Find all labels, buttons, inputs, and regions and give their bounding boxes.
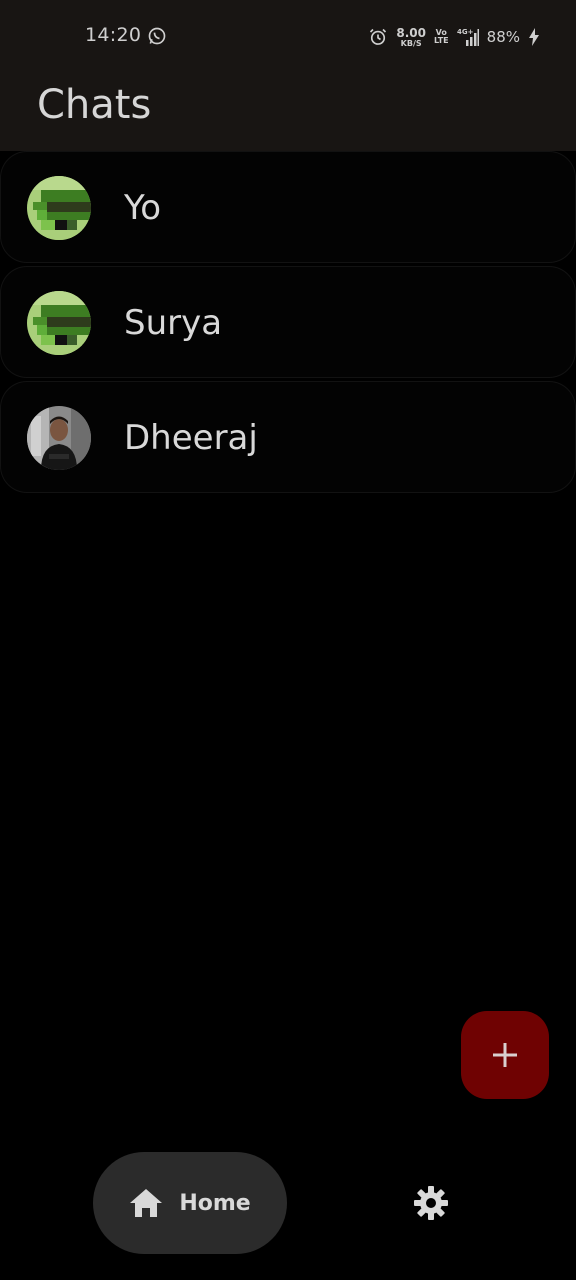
alarm-icon xyxy=(370,28,387,45)
chat-list: Yo Surya Dheeraj xyxy=(0,152,576,497)
home-icon xyxy=(130,1189,163,1217)
status-bar: 14:20 8.00 KB/S Vo LTE 4G+ 88% xyxy=(0,0,576,74)
chat-name: Yo xyxy=(124,188,162,228)
page-title: Chats xyxy=(37,82,152,128)
status-right-group: 8.00 KB/S Vo LTE 4G+ 88% xyxy=(368,24,540,50)
network-speed: 8.00 KB/S xyxy=(396,27,426,48)
bottom-navigation: Home xyxy=(0,1130,576,1280)
chat-item-surya[interactable]: Surya xyxy=(1,267,575,377)
volte-indicator: Vo LTE xyxy=(433,28,449,46)
signal-icon: 4G+ xyxy=(457,28,479,46)
chat-name: Dheeraj xyxy=(124,418,258,458)
battery-percent: 88% xyxy=(486,28,520,46)
plus-icon xyxy=(493,1043,517,1067)
volte-bottom: LTE xyxy=(433,36,449,45)
top-area: 14:20 8.00 KB/S Vo LTE 4G+ 88% Chats xyxy=(0,0,576,151)
nav-home-label: Home xyxy=(179,1190,251,1216)
chat-name: Surya xyxy=(124,303,223,343)
whatsapp-icon xyxy=(148,27,166,45)
gear-icon[interactable] xyxy=(413,1185,449,1221)
pixel-art-avatar xyxy=(27,291,91,355)
status-time: 14:20 xyxy=(85,24,142,46)
network-type-label: 4G+ xyxy=(457,28,474,36)
nav-home-tab[interactable]: Home xyxy=(93,1152,287,1254)
pixel-art-avatar xyxy=(27,176,91,240)
charging-bolt-icon xyxy=(529,28,539,46)
chat-item-dheeraj[interactable]: Dheeraj xyxy=(1,382,575,492)
network-speed-value: 8.00 xyxy=(396,25,426,40)
photo-avatar xyxy=(27,406,91,470)
chat-item-yo[interactable]: Yo xyxy=(1,152,575,262)
network-speed-unit: KB/S xyxy=(400,38,422,48)
new-chat-fab[interactable] xyxy=(461,1011,549,1099)
app-root: 14:20 8.00 KB/S Vo LTE 4G+ 88% Chats Yo … xyxy=(0,0,576,1280)
